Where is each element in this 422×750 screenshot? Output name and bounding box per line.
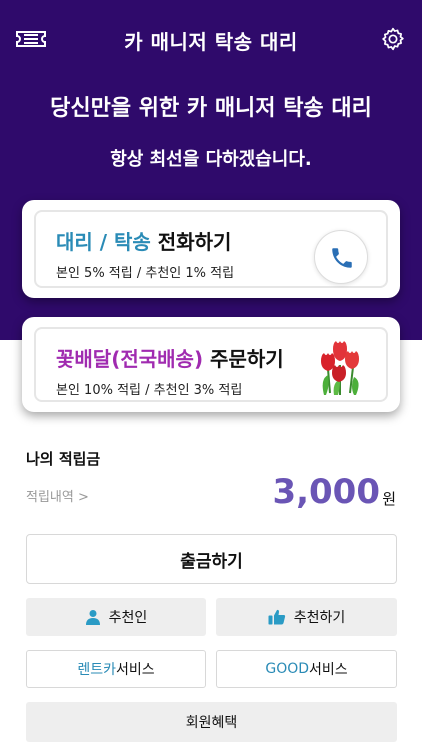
points-unit: 원 bbox=[382, 490, 396, 508]
gear-icon[interactable] bbox=[380, 26, 406, 52]
points-history-link[interactable]: 적립내역 > bbox=[26, 486, 89, 505]
recommender-label: 추천인 bbox=[108, 610, 148, 626]
good-rest: 서비스 bbox=[309, 662, 348, 678]
rent-rest: 서비스 bbox=[116, 662, 155, 678]
top-bar: 카 매니저 탁송 대리 bbox=[0, 0, 422, 80]
call-card-title-rest: 전화하기 bbox=[150, 230, 232, 254]
call-card[interactable]: 대리 / 탁송 전화하기 본인 5% 적립 / 추천인 1% 적립 bbox=[22, 200, 400, 298]
rent-accent: 렌트카 bbox=[77, 662, 116, 678]
rent-car-service-button[interactable]: 렌트카 서비스 bbox=[26, 650, 206, 688]
recommend-button[interactable]: 추천하기 bbox=[216, 598, 397, 636]
call-card-title-accent: 대리 / 탁송 bbox=[56, 230, 151, 254]
good-accent: GOOD bbox=[265, 661, 310, 677]
thumbs-up-icon bbox=[268, 609, 285, 625]
flower-card[interactable]: 꽃배달(전국배송) 주문하기 본인 10% 적립 / 추천인 3% 적립 bbox=[22, 317, 400, 412]
hero-headline: 당신만을 위한 카 매니저 탁송 대리 bbox=[50, 96, 372, 121]
hero-subline: 항상 최선을 다하겠습니다. bbox=[110, 149, 312, 170]
person-icon bbox=[85, 610, 100, 625]
call-card-desc: 본인 5% 적립 / 추천인 1% 적립 bbox=[56, 266, 235, 281]
flower-card-title-rest: 주문하기 bbox=[203, 347, 284, 371]
good-service-button[interactable]: GOOD 서비스 bbox=[216, 650, 397, 688]
member-benefits-button[interactable]: 회원혜택 bbox=[26, 702, 397, 742]
flower-card-title: 꽃배달(전국배송) 주문하기 bbox=[56, 343, 284, 372]
call-card-title: 대리 / 탁송 전화하기 bbox=[56, 226, 231, 255]
flower-card-title-accent: 꽃배달(전국배송) bbox=[56, 347, 204, 371]
call-card-inner: 대리 / 탁송 전화하기 본인 5% 적립 / 추천인 1% 적립 bbox=[34, 210, 388, 288]
phone-icon bbox=[332, 248, 352, 268]
flower-card-desc: 본인 10% 적립 / 추천인 3% 적립 bbox=[56, 383, 243, 398]
points-amount: 3,000 bbox=[272, 472, 380, 512]
tulip-icon bbox=[321, 341, 359, 395]
phone-button[interactable] bbox=[314, 230, 368, 284]
app-title: 카 매니저 탁송 대리 bbox=[124, 30, 298, 54]
recommender-button[interactable]: 추천인 bbox=[26, 598, 206, 636]
flower-card-inner: 꽃배달(전국배송) 주문하기 본인 10% 적립 / 추천인 3% 적립 bbox=[34, 327, 388, 402]
points-label: 나의 적립금 bbox=[26, 450, 101, 468]
recommend-label: 추천하기 bbox=[293, 610, 346, 626]
withdraw-button[interactable]: 출금하기 bbox=[26, 534, 397, 584]
